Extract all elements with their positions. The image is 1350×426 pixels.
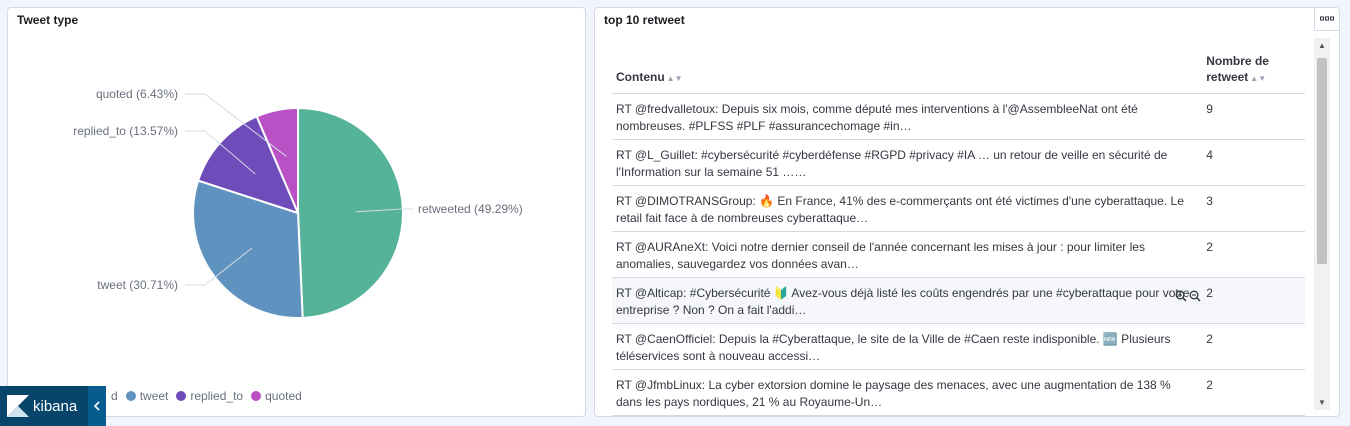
cell-content: RT @DIMOTRANSGroup: 🔥 En France, 41% des… bbox=[616, 194, 1184, 225]
legend-label: replied_to bbox=[190, 389, 244, 403]
kibana-logo-icon bbox=[7, 395, 29, 417]
cell-count: 2 bbox=[1202, 231, 1305, 278]
panel-options-button[interactable] bbox=[1314, 8, 1339, 31]
cell-filter-actions bbox=[1175, 290, 1201, 302]
legend-item-replied-to[interactable]: replied_to bbox=[176, 389, 243, 403]
pie-slice-retweeted[interactable] bbox=[297, 106, 404, 319]
table-row[interactable]: RT @DIMOTRANSGroup: 🔥 En France, 41% des… bbox=[612, 185, 1305, 232]
chart-legend: d tweet replied_to quoted bbox=[111, 389, 310, 403]
sort-icon: ▲▼ bbox=[1250, 74, 1267, 83]
slice-label-quoted: quoted (6.43%) bbox=[96, 87, 178, 101]
cell-content: RT @fredvalletoux: Depuis six mois, comm… bbox=[616, 102, 1138, 133]
slice-label-tweet: tweet (30.71%) bbox=[97, 278, 178, 292]
ellipsis-icon bbox=[1320, 16, 1334, 21]
scroll-up-icon[interactable]: ▲ bbox=[1318, 41, 1326, 50]
zoom-out-icon[interactable] bbox=[1189, 290, 1201, 302]
legend-dot-icon bbox=[251, 391, 262, 401]
table-row[interactable]: RT @JfmbLinux: La cyber extorsion domine… bbox=[612, 369, 1305, 416]
cell-content: RT @CaenOfficiel: Depuis la #Cyberattaqu… bbox=[616, 332, 1171, 363]
cell-count: 2 bbox=[1202, 277, 1305, 324]
legend-dot-icon bbox=[125, 391, 136, 401]
legend-item-fragment[interactable]: d bbox=[111, 389, 118, 403]
sort-icon: ▲▼ bbox=[666, 74, 683, 83]
scroll-down-icon[interactable]: ▼ bbox=[1318, 398, 1326, 407]
collapse-toggle-button[interactable] bbox=[88, 386, 106, 426]
chevron-left-icon bbox=[93, 401, 100, 411]
cell-content: RT @AURAneXt: Voici notre dernier consei… bbox=[616, 240, 1145, 271]
column-header-retweet-count[interactable]: Nombre de retweet ▲▼ bbox=[1202, 48, 1305, 94]
table-row[interactable]: RT @Alticap: #Cybersécurité 🔰 Avez-vous … bbox=[612, 277, 1305, 324]
table-row[interactable]: RT @fredvalletoux: Depuis six mois, comm… bbox=[612, 93, 1305, 140]
legend-label: d bbox=[111, 389, 118, 403]
zoom-in-icon[interactable] bbox=[1175, 290, 1187, 302]
legend-item-quoted[interactable]: quoted bbox=[251, 389, 302, 403]
pie-chart[interactable]: retweeted (49.29%) tweet (30.71%) replied_… bbox=[8, 8, 585, 416]
legend-label: quoted bbox=[265, 389, 302, 403]
cell-count: 4 bbox=[1202, 139, 1305, 186]
tweet-type-panel: Tweet type retweeted (49.29%) tweet (30.7… bbox=[7, 7, 586, 417]
cell-count: 2 bbox=[1202, 369, 1305, 416]
legend-dot-icon bbox=[176, 391, 187, 401]
retweet-table: Contenu ▲▼ Nombre de retweet ▲▼ RT @fredva… bbox=[612, 48, 1308, 416]
kibana-badge[interactable]: kibana bbox=[0, 386, 106, 426]
column-header-contenu[interactable]: Contenu ▲▼ bbox=[612, 48, 1203, 94]
table-row[interactable]: RT @L_Guillet: #cybersécurité #cyberdéfe… bbox=[612, 139, 1305, 186]
cell-count: 3 bbox=[1202, 185, 1305, 232]
legend-label: tweet bbox=[139, 389, 169, 403]
scrollbar-thumb[interactable] bbox=[1317, 58, 1327, 264]
cell-content: RT @Alticap: #Cybersécurité 🔰 Avez-vous … bbox=[616, 286, 1190, 317]
slice-label-replied-to: replied_to (13.57%) bbox=[73, 124, 178, 138]
table-row[interactable]: RT @AURAneXt: Voici notre dernier consei… bbox=[612, 231, 1305, 278]
legend-item-tweet[interactable]: tweet bbox=[125, 389, 169, 403]
slice-label-retweeted: retweeted (49.29%) bbox=[418, 202, 523, 216]
cell-count: 9 bbox=[1202, 93, 1305, 140]
table-row[interactable]: RT @CaenOfficiel: Depuis la #Cyberattaqu… bbox=[612, 323, 1305, 370]
cell-content: RT @L_Guillet: #cybersécurité #cyberdéfe… bbox=[616, 148, 1168, 179]
table-scrollbar[interactable]: ▲ ▼ bbox=[1314, 38, 1330, 410]
kibana-label: kibana bbox=[33, 397, 78, 415]
top-retweet-panel: top 10 retweet Contenu ▲▼ Nombre de retwe… bbox=[594, 7, 1340, 417]
cell-count: 2 bbox=[1202, 323, 1305, 370]
panel-title: top 10 retweet bbox=[604, 13, 685, 27]
cell-content: RT @JfmbLinux: La cyber extorsion domine… bbox=[616, 378, 1171, 409]
